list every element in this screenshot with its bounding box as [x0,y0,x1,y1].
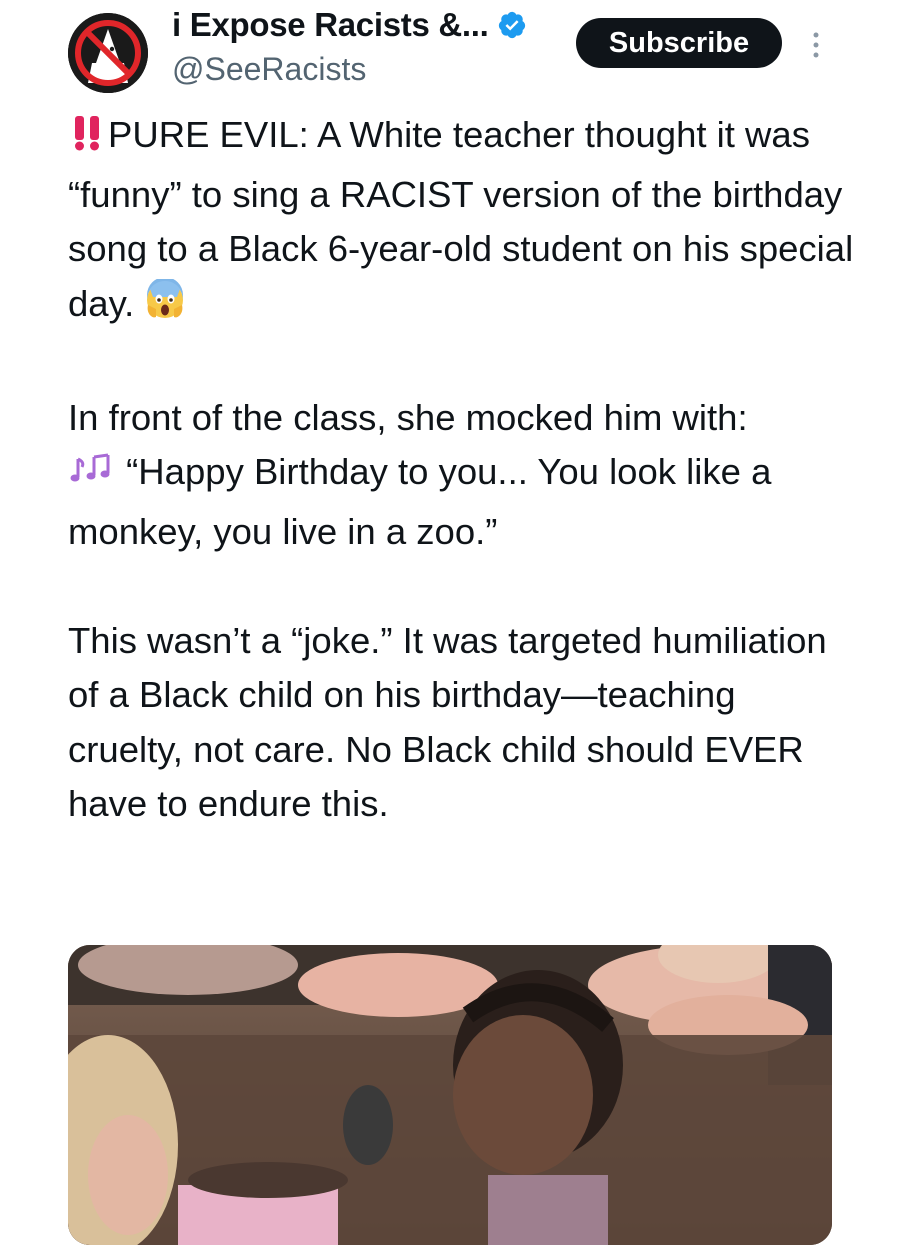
screaming-face-icon [144,276,186,337]
post-quote-text: “Happy Birthday to you... You look like … [68,451,772,552]
double-exclamation-icon [68,113,108,168]
classroom-video-thumbnail [68,945,832,1245]
post-media-video[interactable] [68,945,832,1245]
post-paragraph-quote: “Happy Birthday to you... You look like … [68,445,858,559]
account-handle[interactable]: @SeeRacists [172,51,366,88]
verified-badge-icon[interactable] [497,10,527,40]
display-name[interactable]: i Expose Racists &... [172,6,489,44]
post-paragraph-2: In front of the class, she mocked him wi… [68,396,748,438]
avatar[interactable] [68,13,148,93]
musical-notes-icon [68,450,116,505]
no-racism-avatar-icon [68,13,148,93]
subscribe-button[interactable]: Subscribe [576,18,782,68]
post-paragraph-1: PURE EVIL: A White teacher thought it wa… [68,108,858,336]
account-name-row: i Expose Racists &... [172,6,527,44]
post-text: PURE EVIL: A White teacher thought it wa… [68,108,858,832]
more-vertical-icon[interactable] [806,28,826,62]
post-paragraph-3: This wasn’t a “joke.” It was targeted hu… [68,619,827,825]
